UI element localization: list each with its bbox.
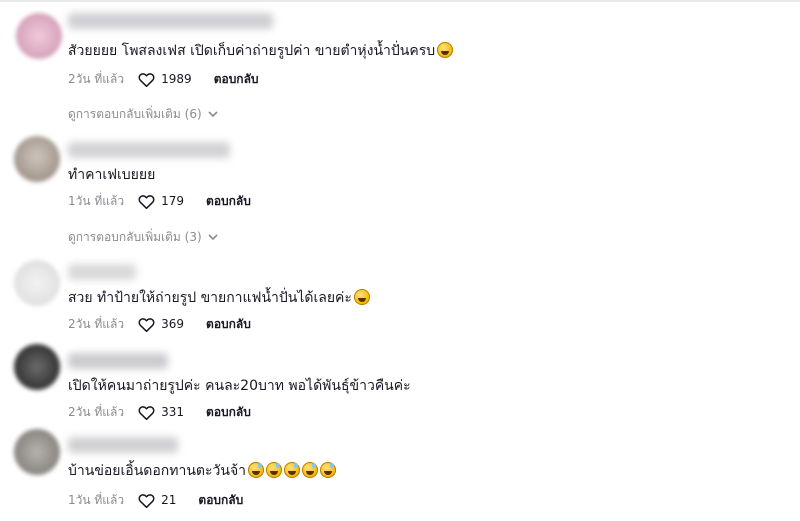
rolling-laughing-emoji bbox=[437, 42, 454, 58]
like-count: 179 bbox=[161, 194, 185, 208]
comment-text: สวย ทำป้ายให้ถ่ายรูป ขายกาแฟน้ำปั่นได้เล… bbox=[68, 289, 370, 307]
comment-text-body: บ้านข่อยเอิ้นดอกทานตะวันจ้า bbox=[68, 463, 247, 479]
comment-text-body: เปิดให้คนมาถ่ายรูปค่ะ คนละ20บาท พอได้พัน… bbox=[68, 378, 411, 394]
like-button[interactable]: 369 bbox=[138, 316, 184, 332]
like-count: 1989 bbox=[161, 72, 192, 86]
view-more-replies[interactable]: ดูการตอบกลับเพิ่มเติม (6) bbox=[68, 106, 218, 122]
like-button[interactable]: 331 bbox=[138, 404, 184, 420]
reply-button[interactable]: ตอบกลับ bbox=[198, 492, 243, 508]
grinning-emoji bbox=[353, 289, 370, 305]
like-count: 369 bbox=[161, 317, 185, 331]
comment-meta: 1วัน ที่แล้ว 21 ตอบกลับ bbox=[68, 492, 243, 508]
reply-button[interactable]: ตอบกลับ bbox=[214, 71, 259, 87]
like-button[interactable]: 1989 bbox=[138, 71, 192, 87]
comment-time: 1วัน ที่แล้ว bbox=[68, 493, 125, 507]
username-blurred[interactable] bbox=[68, 13, 273, 29]
grinning-sweat-emoji bbox=[320, 462, 337, 478]
avatar[interactable] bbox=[14, 136, 60, 182]
username-blurred[interactable] bbox=[68, 437, 178, 453]
comment-time: 2วัน ที่แล้ว bbox=[68, 72, 125, 86]
grinning-sweat-emoji bbox=[266, 462, 283, 478]
avatar[interactable] bbox=[14, 260, 60, 306]
like-count: 21 bbox=[161, 493, 177, 507]
username-blurred[interactable] bbox=[68, 142, 230, 158]
comment-text-body: ทำคาเฟเบยยย bbox=[68, 167, 156, 183]
heart-icon bbox=[138, 405, 155, 420]
top-divider bbox=[0, 0, 800, 2]
heart-icon bbox=[138, 317, 155, 332]
view-more-replies-label: ดูการตอบกลับเพิ่มเติม (6) bbox=[68, 107, 202, 121]
reply-button[interactable]: ตอบกลับ bbox=[206, 193, 251, 209]
like-count: 331 bbox=[161, 405, 185, 419]
comment-meta: 2วัน ที่แล้ว 331 ตอบกลับ bbox=[68, 404, 251, 420]
like-button[interactable]: 179 bbox=[138, 193, 184, 209]
comment-meta: 2วัน ที่แล้ว 1989 ตอบกลับ bbox=[68, 71, 259, 87]
grinning-sweat-emoji bbox=[302, 462, 319, 478]
reply-button[interactable]: ตอบกลับ bbox=[206, 316, 251, 332]
username-blurred[interactable] bbox=[68, 264, 136, 280]
comment-time: 2วัน ที่แล้ว bbox=[68, 317, 125, 331]
avatar[interactable] bbox=[14, 344, 60, 390]
heart-icon bbox=[138, 72, 155, 87]
reply-button[interactable]: ตอบกลับ bbox=[206, 404, 251, 420]
view-more-replies[interactable]: ดูการตอบกลับเพิ่มเติม (3) bbox=[68, 229, 218, 245]
comment-text-body: สวย ทำป้ายให้ถ่ายรูป ขายกาแฟน้ำปั่นได้เล… bbox=[68, 290, 352, 306]
comment-text: สัวยยยย โพสลงเฟส เปิดเก็บค่าถ่ายรูปค่า ข… bbox=[68, 42, 454, 60]
heart-icon bbox=[138, 194, 155, 209]
comment-time: 2วัน ที่แล้ว bbox=[68, 405, 125, 419]
comment-text-body: สัวยยยย โพสลงเฟส เปิดเก็บค่าถ่ายรูปค่า ข… bbox=[68, 43, 436, 59]
like-button[interactable]: 21 bbox=[138, 492, 176, 508]
comment-meta: 1วัน ที่แล้ว 179 ตอบกลับ bbox=[68, 193, 251, 209]
comment-time: 1วัน ที่แล้ว bbox=[68, 194, 125, 208]
view-more-replies-label: ดูการตอบกลับเพิ่มเติม (3) bbox=[68, 230, 202, 244]
comment-meta: 2วัน ที่แล้ว 369 ตอบกลับ bbox=[68, 316, 251, 332]
chevron-down-icon bbox=[208, 110, 218, 117]
avatar[interactable] bbox=[14, 429, 60, 475]
chevron-down-icon bbox=[208, 233, 218, 240]
username-blurred[interactable] bbox=[68, 353, 168, 369]
comment-text: ทำคาเฟเบยยย bbox=[68, 166, 155, 184]
grinning-sweat-emoji bbox=[284, 462, 301, 478]
heart-icon bbox=[138, 493, 155, 508]
comment-text: เปิดให้คนมาถ่ายรูปค่ะ คนละ20บาท พอได้พัน… bbox=[68, 377, 411, 395]
comment-text: บ้านข่อยเอิ้นดอกทานตะวันจ้า bbox=[68, 462, 337, 480]
avatar[interactable] bbox=[16, 13, 62, 59]
grinning-sweat-emoji bbox=[248, 462, 265, 478]
